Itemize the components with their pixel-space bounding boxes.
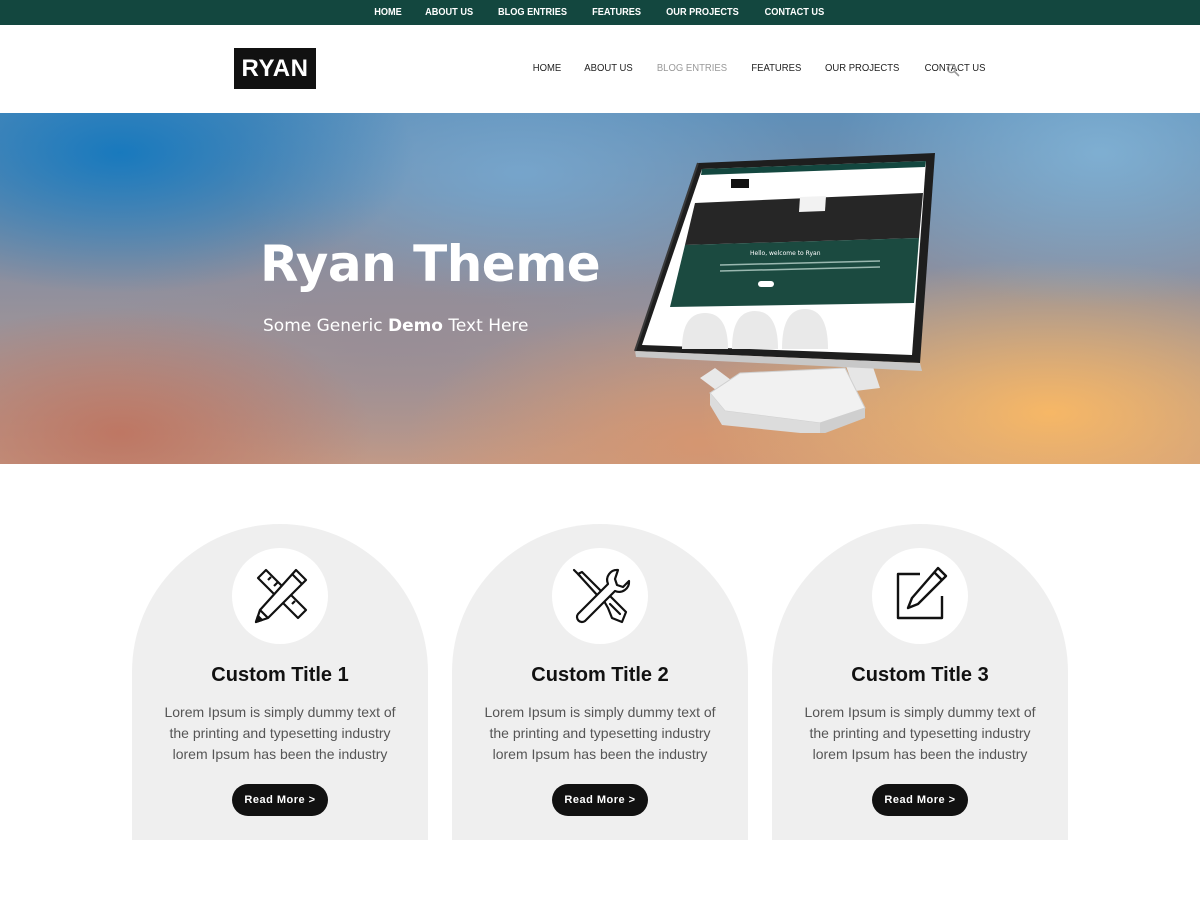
hero-subtitle-post: Text Here xyxy=(443,316,529,336)
search-icon[interactable] xyxy=(946,63,960,77)
monitor-mockup-image: Hello, welcome to Ryan xyxy=(634,153,935,433)
topbar-link-about-us[interactable]: ABOUT US xyxy=(425,7,473,18)
topbar-link-our-projects[interactable]: OUR PROJECTS xyxy=(667,7,740,18)
nav-link-about-us[interactable]: ABOUT US xyxy=(584,63,632,74)
svg-text:Hello, welcome to Ryan: Hello, welcome to Ryan xyxy=(750,250,821,257)
read-more-button[interactable]: Read More > xyxy=(232,784,328,816)
nav-link-home[interactable]: HOME xyxy=(533,63,562,74)
feature-card-2: Custom Title 2 Lorem Ipsum is simply dum… xyxy=(452,524,748,840)
pencil-ruler-icon xyxy=(254,568,308,624)
feature-card-1: Custom Title 1 Lorem Ipsum is simply dum… xyxy=(132,524,428,840)
card-title: Custom Title 2 xyxy=(531,664,669,686)
nav-link-our-projects[interactable]: OUR PROJECTS xyxy=(825,63,899,74)
topbar-link-features[interactable]: FEATURES xyxy=(592,7,641,18)
card-title: Custom Title 3 xyxy=(851,664,989,686)
card-icon-circle xyxy=(232,548,328,644)
nav-link-features[interactable]: FEATURES xyxy=(751,63,801,74)
site-logo[interactable]: RYAN xyxy=(234,48,316,89)
screwdriver-wrench-icon xyxy=(572,568,631,624)
topbar-link-home[interactable]: HOME xyxy=(374,7,402,18)
top-navigation-bar: HOME ABOUT US BLOG ENTRIES FEATURES OUR … xyxy=(0,0,1200,25)
topbar-link-blog-entries[interactable]: BLOG ENTRIES xyxy=(498,7,567,18)
card-description: Lorem Ipsum is simply dummy text of the … xyxy=(484,704,716,762)
main-navigation: HOME ABOUT US BLOG ENTRIES FEATURES OUR … xyxy=(532,63,1008,74)
card-icon-circle xyxy=(552,548,648,644)
edit-square-icon xyxy=(896,566,948,620)
card-title: Custom Title 1 xyxy=(211,664,349,686)
nav-link-blog-entries[interactable]: BLOG ENTRIES xyxy=(657,63,727,74)
topbar-link-contact-us[interactable]: CONTACT US xyxy=(765,7,825,18)
card-icon-circle xyxy=(872,548,968,644)
site-header: RYAN HOME ABOUT US BLOG ENTRIES FEATURES… xyxy=(0,25,1200,113)
hero-title: Ryan Theme xyxy=(260,235,601,293)
hero-subtitle: Some Generic Demo Text Here xyxy=(263,316,529,336)
card-description: Lorem Ipsum is simply dummy text of the … xyxy=(804,704,1036,762)
read-more-button[interactable]: Read More > xyxy=(872,784,968,816)
hero-subtitle-pre: Some Generic xyxy=(263,316,388,336)
feature-card-3: Custom Title 3 Lorem Ipsum is simply dum… xyxy=(772,524,1068,840)
card-description: Lorem Ipsum is simply dummy text of the … xyxy=(164,704,396,762)
hero-subtitle-bold: Demo xyxy=(387,316,443,336)
hero-banner: Ryan Theme Some Generic Demo Text Here H… xyxy=(0,113,1200,464)
read-more-button[interactable]: Read More > xyxy=(552,784,648,816)
